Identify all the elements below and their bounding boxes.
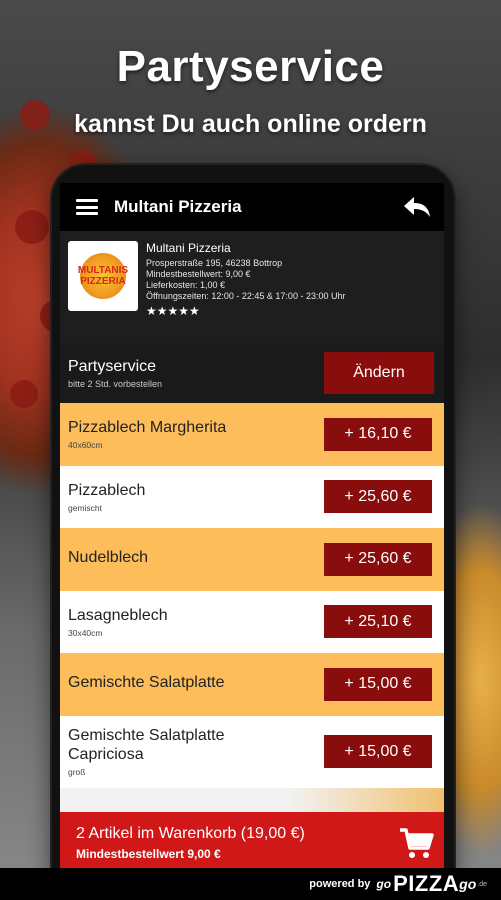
- rating-stars: ★★★★★: [146, 304, 200, 318]
- add-price-button[interactable]: + 25,60 €: [324, 542, 432, 576]
- add-price-button[interactable]: + 16,10 €: [324, 417, 432, 451]
- menu-item[interactable]: Pizzablech gemischt + 25,60 €: [60, 465, 444, 528]
- restaurant-min-order: Mindestbestellwert: 9,00 €: [146, 269, 251, 279]
- add-price-button[interactable]: + 25,60 €: [324, 480, 432, 514]
- footer-bar: powered by go PIZZA go .de: [0, 868, 501, 900]
- restaurant-hours: Öffnungszeiten: 12:00 - 22:45 & 17:00 - …: [146, 291, 346, 301]
- restaurant-logo: MULTANIS PIZZERIA: [68, 241, 138, 311]
- item-desc: 40x60cm: [68, 440, 103, 451]
- menu-item[interactable]: Nudelblech + 25,60 €: [60, 528, 444, 591]
- restaurant-address: Prosperstraße 195, 46238 Bottrop: [146, 258, 283, 268]
- back-arrow-icon[interactable]: [402, 194, 432, 220]
- restaurant-name: Multani Pizzeria: [146, 241, 231, 255]
- category-subtitle: bitte 2 Std. vorbestellen: [68, 378, 163, 389]
- change-button[interactable]: Ändern: [324, 352, 434, 394]
- brand-go-suffix: go: [459, 876, 477, 892]
- restaurant-delivery-cost: Lieferkosten: 1,00 €: [146, 280, 226, 290]
- cart-min-order: Mindestbestellwert 9,00 €: [76, 846, 221, 861]
- item-desc: gemischt: [68, 502, 103, 513]
- app-bar: Multani Pizzeria: [60, 183, 444, 231]
- menu-item[interactable]: Lasagneblech 30x40cm + 25,10 €: [60, 590, 444, 653]
- item-name: Pizzablech Margherita: [68, 419, 227, 437]
- add-price-button[interactable]: + 15,00 €: [324, 735, 432, 768]
- category-title: Partyservice: [68, 357, 157, 375]
- powered-by-text: powered by: [309, 878, 371, 890]
- item-desc: 30x40cm: [68, 627, 103, 638]
- item-name: Gemischte Salatplatte: [68, 674, 225, 692]
- brand-go: go: [376, 877, 392, 891]
- hamburger-menu-icon[interactable]: [76, 199, 98, 215]
- app-title: Multani Pizzeria: [114, 197, 242, 216]
- category-header: Partyservice bitte 2 Std. vorbestellen Ä…: [60, 343, 444, 403]
- item-name: Lasagneblech: [68, 606, 168, 624]
- app-screen: Multani Pizzeria MULTANIS PIZZERIA Multa…: [60, 183, 444, 873]
- cart-bar[interactable]: 2 Artikel im Warenkorb (19,00 €) Mindest…: [60, 812, 444, 873]
- item-desc: groß: [68, 767, 86, 777]
- cart-summary: 2 Artikel im Warenkorb (19,00 €): [76, 824, 305, 842]
- menu-item[interactable]: Gemischte Salatplatte Capriciosa groß + …: [60, 715, 444, 788]
- list-end-decoration: [60, 787, 444, 813]
- item-name: Nudelblech: [68, 549, 149, 567]
- brand-pizza: PIZZA: [393, 871, 460, 896]
- add-price-button[interactable]: + 25,10 €: [324, 605, 432, 639]
- item-name: Pizzablech: [68, 481, 146, 499]
- menu-item[interactable]: Pizzablech Margherita 40x60cm + 16,10 €: [60, 403, 444, 466]
- brand-domain: .de: [477, 880, 487, 888]
- promo-headline: Partyservice: [116, 42, 385, 91]
- add-price-button[interactable]: + 15,00 €: [324, 667, 432, 701]
- item-name: Gemischte Salatplatte Capriciosa: [68, 727, 225, 763]
- shopping-cart-icon[interactable]: [398, 826, 434, 860]
- promo-subline: kannst Du auch online ordern: [74, 110, 427, 138]
- menu-item[interactable]: Gemischte Salatplatte + 15,00 €: [60, 653, 444, 716]
- restaurant-info: MULTANIS PIZZERIA Multani Pizzeria Prosp…: [60, 231, 444, 343]
